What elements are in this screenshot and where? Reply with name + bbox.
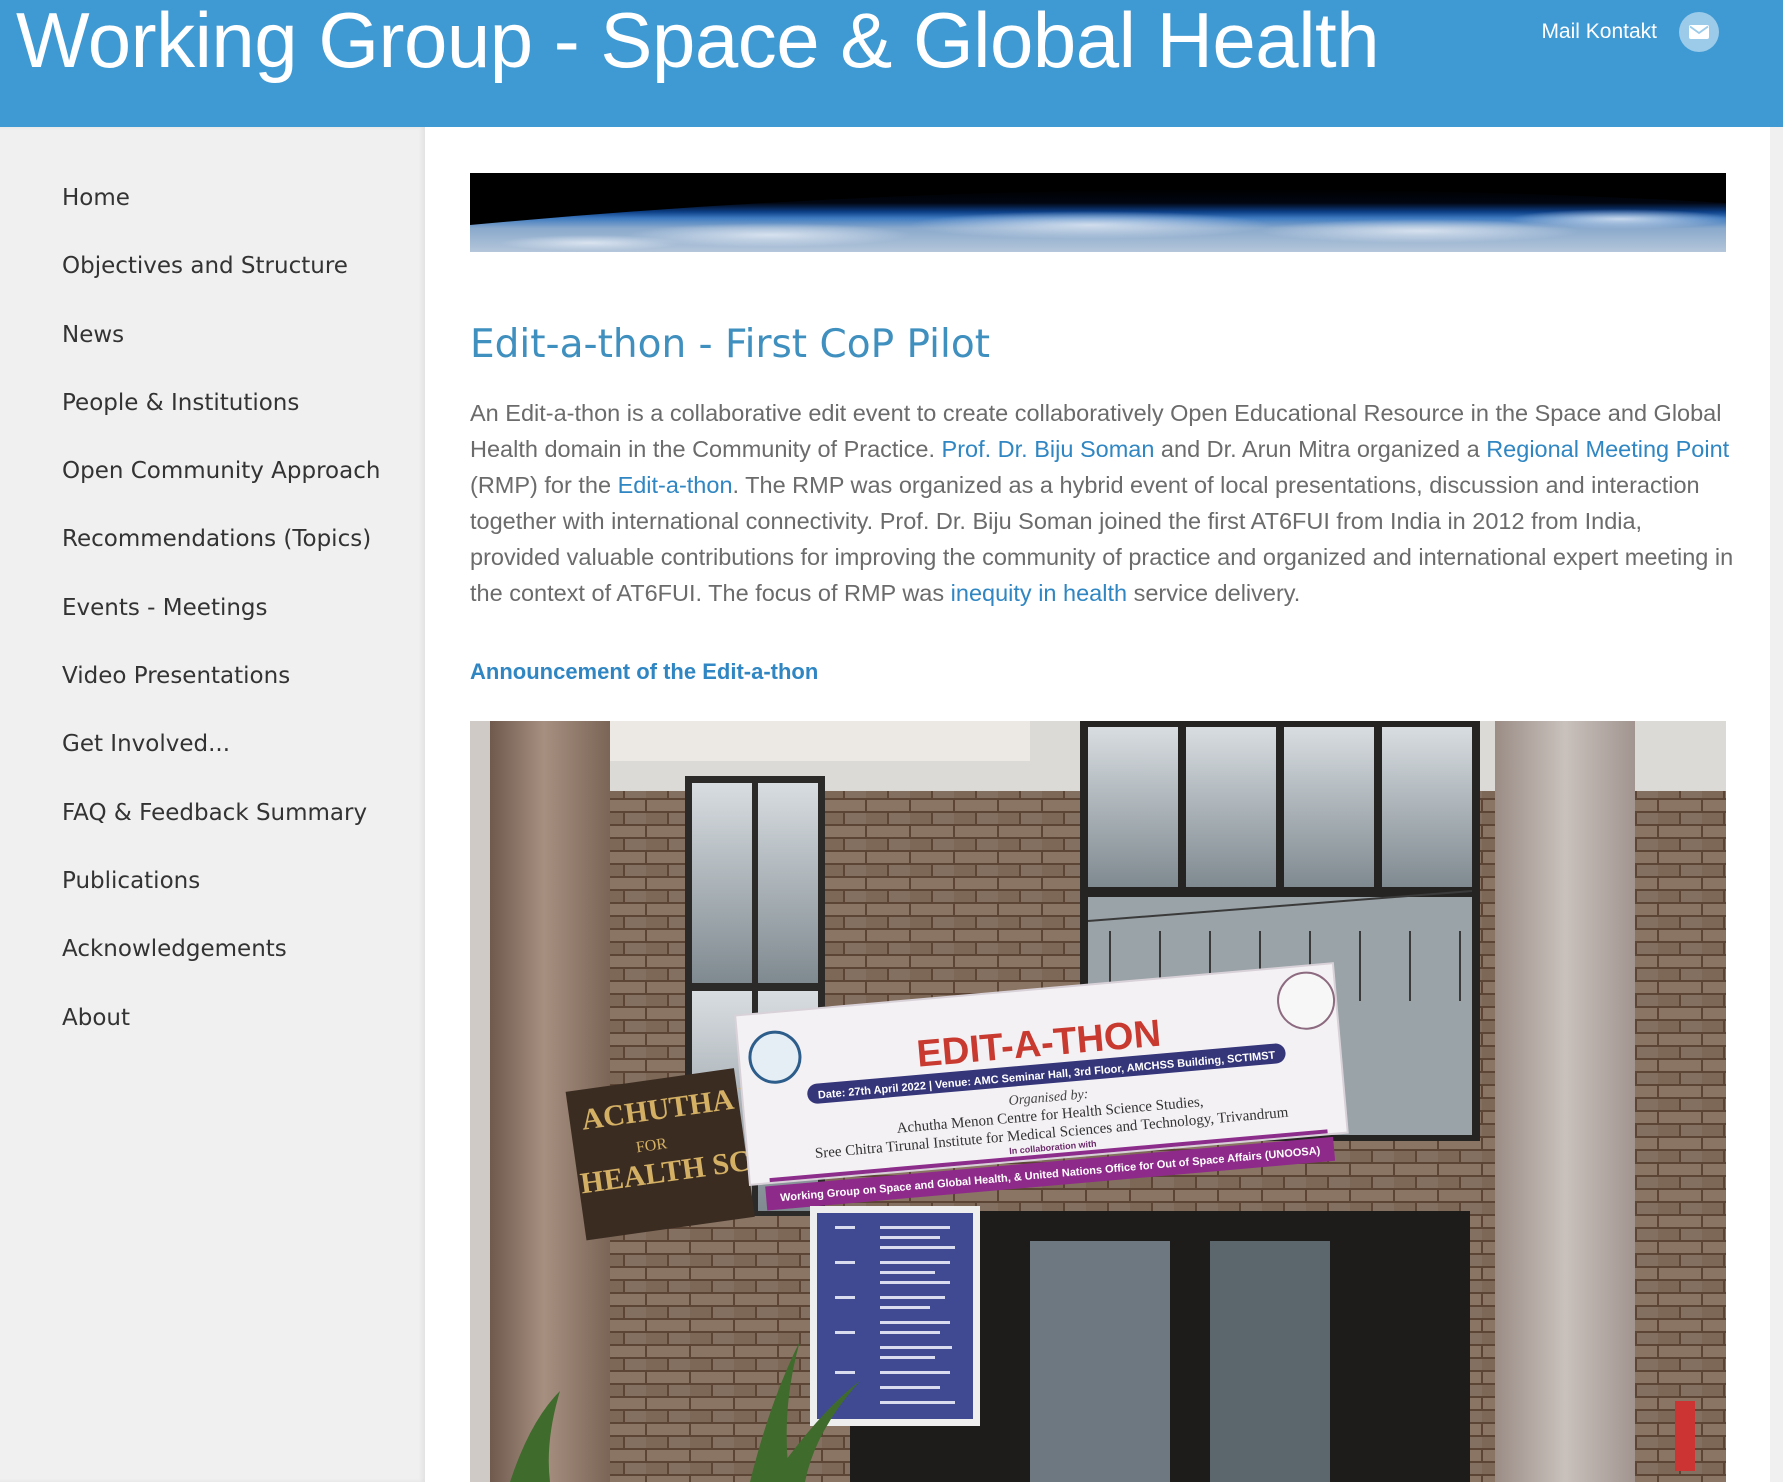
mail-contact-label[interactable]: Mail Kontakt <box>1541 17 1657 47</box>
intro-paragraph: An Edit-a-thon is a collaborative edit e… <box>470 395 1735 611</box>
main-content: Edit-a-thon - First CoP Pilot An Edit-a-… <box>425 127 1770 1482</box>
earth-horizon-banner <box>470 173 1726 252</box>
sidebar-item-video-presentations[interactable]: Video Presentations <box>62 661 380 729</box>
sidebar-item-events-meetings[interactable]: Events - Meetings <box>62 593 380 661</box>
intro-text-2: and Dr. Arun Mitra organized a <box>1154 436 1487 462</box>
mail-icon[interactable] <box>1679 12 1719 52</box>
sidebar-item-people-institutions[interactable]: People & Institutions <box>62 388 380 456</box>
right-gutter <box>1770 127 1783 1482</box>
link-edit-a-thon[interactable]: Edit-a-thon <box>618 472 733 498</box>
link-inequity-in-health[interactable]: inequity in health <box>951 580 1127 606</box>
mail-contact-link[interactable]: Mail Kontakt <box>1541 12 1719 52</box>
envelope-glyph <box>1689 25 1709 39</box>
page-title: Edit-a-thon - First CoP Pilot <box>470 322 990 367</box>
intro-text-3: (RMP) for the <box>470 472 618 498</box>
building-photo-illustration: ACHUTHA MENON CENTRE FOR HEALTH SCIENCE … <box>470 721 1726 1482</box>
sidebar-item-news[interactable]: News <box>62 320 380 388</box>
earth-horizon-image <box>470 173 1726 252</box>
site-header: Working Group - Space & Global Health Ma… <box>0 0 1783 127</box>
sidebar-nav: Home Objectives and Structure News Peopl… <box>0 127 425 1482</box>
sidebar-item-get-involved[interactable]: Get Involved... <box>62 729 380 797</box>
link-biju-soman[interactable]: Prof. Dr. Biju Soman <box>942 436 1155 462</box>
sidebar-item-recommendations[interactable]: Recommendations (Topics) <box>62 524 380 592</box>
sidebar-item-publications[interactable]: Publications <box>62 866 380 934</box>
edit-a-thon-photo: ACHUTHA MENON CENTRE FOR HEALTH SCIENCE … <box>470 721 1726 1482</box>
announcement-heading: Announcement of the Edit-a-thon <box>470 659 819 684</box>
sidebar-item-objectives-and-structure[interactable]: Objectives and Structure <box>62 251 380 319</box>
site-title[interactable]: Working Group - Space & Global Health <box>16 0 1380 86</box>
intro-text-5: service delivery. <box>1127 580 1301 606</box>
sidebar-item-acknowledgements[interactable]: Acknowledgements <box>62 934 380 1002</box>
sidebar-item-about[interactable]: About <box>62 1003 380 1071</box>
sidebar-item-open-community-approach[interactable]: Open Community Approach <box>62 456 380 524</box>
nav-list: Home Objectives and Structure News Peopl… <box>62 183 380 1071</box>
link-regional-meeting-point[interactable]: Regional Meeting Point <box>1486 436 1729 462</box>
sidebar-item-faq-feedback-summary[interactable]: FAQ & Feedback Summary <box>62 798 380 866</box>
sidebar-item-home[interactable]: Home <box>62 183 380 251</box>
